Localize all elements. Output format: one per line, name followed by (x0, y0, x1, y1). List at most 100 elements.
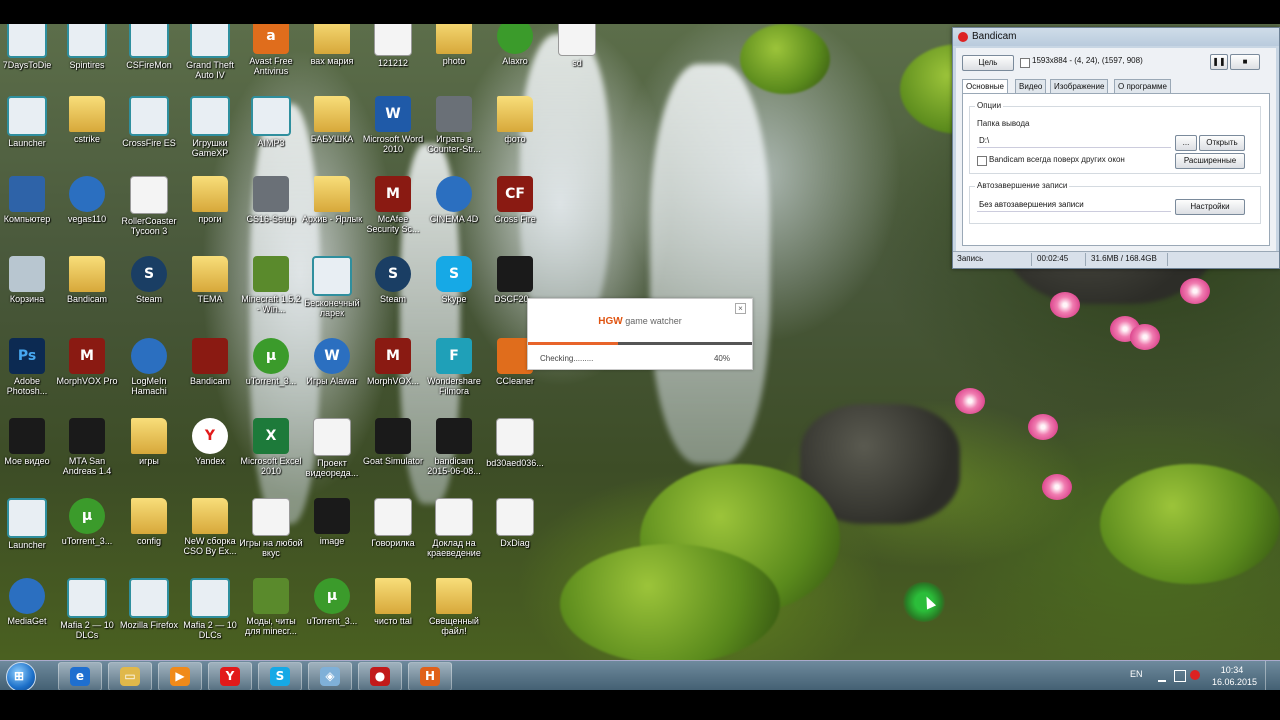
taskbar-button-internet-explorer[interactable]: e (58, 662, 102, 691)
close-icon[interactable]: × (735, 303, 746, 314)
advanced-button[interactable]: Расширенные (1175, 153, 1245, 169)
desktop-icon[interactable]: X Microsoft Excel 2010 (239, 418, 303, 498)
desktop-icon[interactable]: CSFireMon (117, 24, 181, 98)
desktop-icon[interactable]: μ uTorrent_3... (239, 338, 303, 418)
desktop-icon[interactable]: F Wondershare Filmora (422, 338, 486, 418)
desktop-icon[interactable]: M MorphVOX... (361, 338, 425, 418)
taskbar-button-hgw[interactable]: H (408, 662, 452, 691)
desktop-icon[interactable]: Доклад на краеведение (422, 498, 486, 578)
desktop-icon[interactable]: config (117, 498, 181, 578)
start-button[interactable]: ⊞ (6, 662, 36, 692)
desktop-icon[interactable]: Minecraft 1.5.2 - Win... (239, 256, 303, 336)
bandicam-titlebar[interactable]: Bandicam (953, 28, 1279, 46)
desktop-icon[interactable]: W Microsoft Word 2010 (361, 96, 425, 176)
desktop-icon[interactable]: БАБУШКА (300, 96, 364, 176)
desktop-icon[interactable]: Bandicam (178, 338, 242, 418)
desktop-icon[interactable]: Y Yandex (178, 418, 242, 498)
desktop-icon[interactable]: bandicam 2015-06-08... (422, 418, 486, 498)
desktop-icon[interactable]: MTA San Andreas 1.4 (55, 418, 119, 498)
taskbar-button-bandicam[interactable]: ● (358, 662, 402, 691)
desktop-icon[interactable]: MediaGet (0, 578, 59, 658)
desktop-icon[interactable]: S Skype (422, 256, 486, 336)
desktop-icon[interactable]: photo (422, 24, 486, 98)
desktop-icon[interactable]: Bandicam (55, 256, 119, 336)
desktop-icon[interactable]: CrossFire ES (117, 96, 181, 176)
autocomplete-field[interactable]: Без автозавершения записи (977, 198, 1171, 212)
network-status-icon[interactable] (1190, 670, 1200, 680)
desktop-icon[interactable]: μ uTorrent_3... (300, 578, 364, 658)
desktop-icon[interactable]: RollerCoaster Tycoon 3 (117, 176, 181, 256)
desktop-icon[interactable]: Grand Theft Auto IV (178, 24, 242, 98)
taskbar-button-yandex[interactable]: Y (208, 662, 252, 691)
language-indicator[interactable]: EN (1130, 669, 1143, 679)
desktop-icon[interactable]: Goat Simulator (361, 418, 425, 498)
desktop-icon[interactable]: Mozilla Firefox (117, 578, 181, 658)
desktop-icon[interactable]: Launcher (0, 96, 59, 176)
always-on-top-checkbox[interactable] (977, 156, 987, 166)
desktop-icon[interactable]: Моды, читы для minecr... (239, 578, 303, 658)
desktop-icon[interactable]: M MorphVOX Pro (55, 338, 119, 418)
browse-button[interactable]: ... (1175, 135, 1197, 151)
desktop-icon[interactable]: S Steam (117, 256, 181, 336)
desktop-icon[interactable]: Ps Adobe Photosh... (0, 338, 59, 418)
desktop-icon[interactable]: проги (178, 176, 242, 256)
desktop-icon[interactable]: cstrike (55, 96, 119, 176)
desktop-icon[interactable]: игры (117, 418, 181, 498)
desktop-icon[interactable]: a Avast Free Antivirus (239, 24, 303, 98)
desktop-icon[interactable]: Корзина (0, 256, 59, 336)
desktop-icon[interactable]: bd30aed036... (483, 418, 547, 498)
settings-button[interactable]: Настройки (1175, 199, 1245, 215)
desktop-icon[interactable]: LogMeIn Hamachi (117, 338, 181, 418)
desktop-icon[interactable]: μ uTorrent_3... (55, 498, 119, 578)
target-button[interactable]: Цель (962, 55, 1014, 71)
tray-chevron-icon[interactable] (1158, 670, 1166, 682)
desktop-icon[interactable]: Игрушки GameXP (178, 96, 242, 176)
desktop-icon[interactable]: AIMP3 (239, 96, 303, 176)
desktop-icon[interactable]: 7DaysToDie (0, 24, 59, 98)
desktop-icon[interactable]: фото (483, 96, 547, 176)
open-button[interactable]: Открыть (1199, 135, 1245, 151)
output-folder-field[interactable]: D:\ (977, 134, 1171, 148)
taskbar-button-app[interactable]: ◈ (308, 662, 352, 691)
taskbar-button-skype[interactable]: S (258, 662, 302, 691)
desktop-icon[interactable]: CF Cross Fire (483, 176, 547, 256)
desktop-icon[interactable]: Бесконечный ларек (300, 256, 364, 336)
region-checkbox[interactable] (1020, 58, 1030, 68)
desktop-icon[interactable]: CINEMA 4D (422, 176, 486, 256)
desktop-icon[interactable]: image (300, 498, 364, 578)
desktop-icon[interactable]: вах мария (300, 24, 364, 98)
desktop-icon[interactable]: Архив - Ярлык (300, 176, 364, 256)
taskbar-button-media-player[interactable]: ▶ (158, 662, 202, 691)
desktop-icon[interactable]: Mafia 2 — 10 DLCs (178, 578, 242, 658)
desktop-icon[interactable]: CS16-Setup (239, 176, 303, 256)
desktop-icon[interactable]: ТЕМА (178, 256, 242, 336)
tab-image[interactable]: Изображение (1050, 79, 1109, 94)
taskbar-button-explorer[interactable]: ▭ (108, 662, 152, 691)
desktop-icon[interactable]: M McAfee Security Sc... (361, 176, 425, 256)
desktop-icon[interactable]: Проект видеореда... (300, 418, 364, 498)
desktop-icon[interactable]: Alaxro (483, 24, 547, 98)
tab-video[interactable]: Видео (1015, 79, 1047, 94)
stop-button[interactable]: ■ (1230, 54, 1260, 70)
desktop-icon[interactable]: Говорилка (361, 498, 425, 578)
desktop-icon[interactable]: sd (545, 24, 609, 98)
system-clock[interactable]: 10:34 16.06.2015 (1212, 664, 1257, 688)
desktop-icon[interactable]: Launcher (0, 498, 59, 578)
desktop-icon[interactable]: W Игры Alawar (300, 338, 364, 418)
desktop-icon[interactable]: чисто ttal (361, 578, 425, 658)
desktop-icon[interactable]: Spintires (55, 24, 119, 98)
tab-about[interactable]: О программе (1114, 79, 1171, 94)
desktop-icon[interactable]: Мое видео (0, 418, 59, 498)
action-center-icon[interactable] (1174, 670, 1186, 682)
desktop-icon[interactable]: S Steam (361, 256, 425, 336)
desktop-icon[interactable]: DxDiag (483, 498, 547, 578)
show-desktop-button[interactable] (1265, 661, 1280, 691)
desktop-icon[interactable]: vegas110 (55, 176, 119, 256)
desktop-icon[interactable]: Игры на любой вкус (239, 498, 303, 578)
desktop-icon[interactable]: Компьютер (0, 176, 59, 256)
desktop-icon[interactable]: Mafia 2 — 10 DLCs (55, 578, 119, 658)
desktop-icon[interactable]: 121212 (361, 24, 425, 98)
desktop-icon[interactable]: Играть в Counter-Str... (422, 96, 486, 176)
desktop-icon[interactable]: NeW сборка CSO By Ex... (178, 498, 242, 578)
desktop-icon[interactable]: Свещенный файл! (422, 578, 486, 658)
